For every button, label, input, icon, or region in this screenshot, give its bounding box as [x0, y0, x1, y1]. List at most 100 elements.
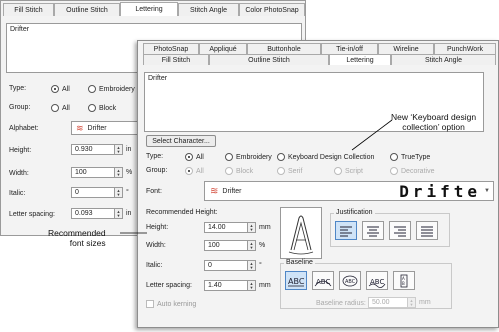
baseline-circle-icon: ABC	[342, 275, 358, 286]
spinner-arrows-icon[interactable]: ▲ ▼	[115, 187, 123, 198]
back-group-all-radio[interactable]: All	[51, 104, 70, 112]
back-italic-spinner[interactable]: 0 ▲ ▼ °	[71, 187, 129, 198]
radio-selected-icon	[185, 167, 193, 175]
svg-text:ABC: ABC	[288, 277, 305, 286]
back-width-spinner[interactable]: 100 ▲ ▼ %	[71, 167, 132, 178]
group-block-radio[interactable]: Block	[225, 167, 253, 175]
letter-spacing-spinner[interactable]: 1.40 ▲ ▼ mm	[204, 280, 271, 291]
chevron-down-icon[interactable]: ▼	[484, 188, 490, 194]
italic-label: Italic:	[146, 262, 163, 269]
back-tab-color-photosnap[interactable]: Color PhotoSnap	[239, 3, 305, 16]
tab-buttonhole[interactable]: Buttonhole	[247, 43, 321, 54]
baseline-title: Baseline	[284, 259, 315, 266]
radio-icon	[88, 104, 96, 112]
baseline-arc-icon: ABC	[314, 278, 332, 286]
back-letter-spacing-spinner[interactable]: 0.093 ▲ ▼ in	[71, 208, 131, 219]
spinner-arrows-icon[interactable]: ▲ ▼	[248, 240, 256, 251]
letter-spacing-label: Letter spacing:	[146, 282, 192, 289]
group-all-radio[interactable]: All	[185, 167, 204, 175]
baseline-radius-spinner[interactable]: 50.00 ▲ ▼ mm	[368, 297, 431, 308]
type-embroidery-radio[interactable]: Embroidery	[225, 153, 272, 161]
justify-left-button[interactable]	[335, 221, 357, 240]
spinner-arrows-icon[interactable]: ▲ ▼	[248, 222, 256, 233]
back-alphabet-combo[interactable]: ≋ Drifter	[71, 121, 141, 135]
radio-icon	[51, 104, 59, 112]
radio-icon	[277, 153, 285, 161]
front-dialog: PhotoSnap Appliqué Buttonhole Tie-in/off…	[137, 40, 499, 328]
type-truetype-radio[interactable]: TrueType	[390, 153, 430, 161]
width-label: Width:	[146, 242, 166, 249]
height-spinner[interactable]: 14.00 ▲ ▼ mm	[204, 222, 271, 233]
tab-wireline[interactable]: Wireline	[378, 43, 434, 54]
back-width-label: Width:	[9, 170, 29, 177]
radio-icon	[225, 167, 233, 175]
back-tab-stitch-angle[interactable]: Stitch Angle	[178, 3, 239, 16]
spinner-arrows-icon[interactable]: ▲ ▼	[115, 144, 123, 155]
back-tab-fill-stitch[interactable]: Fill Stitch	[3, 3, 54, 16]
svg-text:B: B	[402, 281, 405, 286]
tab-lettering[interactable]: Lettering	[329, 54, 391, 65]
select-character-button[interactable]: Select Character...	[146, 135, 216, 147]
justify-center-button[interactable]	[362, 221, 384, 240]
baseline-straight-button[interactable]: ABC	[285, 271, 307, 290]
svg-text:ABC: ABC	[316, 278, 330, 286]
radio-icon	[390, 167, 398, 175]
group-label: Group:	[146, 167, 168, 174]
align-center-icon	[367, 226, 379, 236]
tab-punchwork[interactable]: PunchWork	[434, 43, 496, 54]
spinner-arrows-icon[interactable]: ▲ ▼	[248, 280, 256, 291]
checkbox-icon	[146, 300, 154, 308]
back-type-label: Type:	[9, 85, 27, 92]
back-group-label: Group:	[9, 104, 31, 111]
back-tab-outline-stitch[interactable]: Outline Stitch	[54, 3, 120, 16]
radio-icon	[225, 153, 233, 161]
alphabet-type-icon: ≋	[76, 122, 84, 133]
group-script-radio[interactable]: Script	[334, 167, 363, 175]
baseline-circle-button[interactable]: ABC	[339, 271, 361, 290]
back-tab-lettering[interactable]: Lettering	[120, 2, 178, 16]
baseline-straight-icon: ABC	[288, 277, 305, 286]
back-type-embroidery-radio[interactable]: Embroidery	[88, 85, 135, 93]
width-spinner[interactable]: 100 ▲ ▼ %	[204, 240, 265, 251]
group-decorative-radio[interactable]: Decorative	[390, 167, 434, 175]
spinner-arrows-icon[interactable]: ▲ ▼	[248, 260, 256, 271]
align-left-icon	[340, 226, 352, 236]
baseline-radius-label: Baseline radius:	[316, 300, 366, 307]
baseline-vertical-button[interactable]: AB	[393, 271, 415, 290]
group-serif-radio[interactable]: Serif	[277, 167, 302, 175]
baseline-custom-button[interactable]: ABC	[366, 271, 388, 290]
type-all-radio[interactable]: All	[185, 153, 204, 161]
justify-full-button[interactable]	[416, 221, 438, 240]
radio-selected-icon	[185, 153, 193, 161]
tab-fill-stitch[interactable]: Fill Stitch	[143, 54, 209, 65]
tab-applique[interactable]: Appliqué	[199, 43, 247, 54]
radio-icon	[334, 167, 342, 175]
spinner-arrows-icon[interactable]: ▲ ▼	[115, 208, 123, 219]
tab-photosnap[interactable]: PhotoSnap	[143, 43, 199, 54]
back-group-block-radio[interactable]: Block	[88, 104, 116, 112]
italic-spinner[interactable]: 0 ▲ ▼ °	[204, 260, 262, 271]
baseline-arc-button[interactable]: ABC	[312, 271, 334, 290]
back-type-all-radio[interactable]: All	[51, 85, 70, 93]
spinner-arrows-icon[interactable]: ▲ ▼	[115, 167, 123, 178]
baseline-vertical-icon: AB	[400, 274, 408, 287]
spinner-arrows-icon[interactable]: ▲ ▼	[408, 297, 416, 308]
radio-icon	[390, 153, 398, 161]
font-combo[interactable]: ≋ Drifter Drifte ▼	[204, 181, 494, 201]
type-keyboard-design-collection-radio[interactable]: Keyboard Design Collection	[277, 153, 374, 161]
alphabet-type-icon: ≋	[210, 185, 219, 197]
recommended-height-label: Recommended Height:	[146, 209, 218, 216]
radio-icon	[88, 85, 96, 93]
justify-right-button[interactable]	[389, 221, 411, 240]
tab-outline-stitch[interactable]: Outline Stitch	[209, 54, 329, 65]
back-height-label: Height:	[9, 147, 32, 154]
back-height-spinner[interactable]: 0.930 ▲ ▼ in	[71, 144, 131, 155]
tab-stitch-angle[interactable]: Stitch Angle	[391, 54, 496, 65]
back-letter-spacing-label: Letter spacing:	[9, 211, 55, 218]
type-label: Type:	[146, 153, 164, 160]
tab-tie-in-off[interactable]: Tie-in/off	[321, 43, 378, 54]
keyboard-collection-callout: New ‘Keyboard design collection’ option	[391, 112, 477, 132]
font-preview: Drifte	[399, 181, 482, 201]
auto-kerning-checkbox[interactable]: Auto kerning	[146, 300, 196, 308]
back-italic-label: Italic:	[9, 190, 26, 197]
